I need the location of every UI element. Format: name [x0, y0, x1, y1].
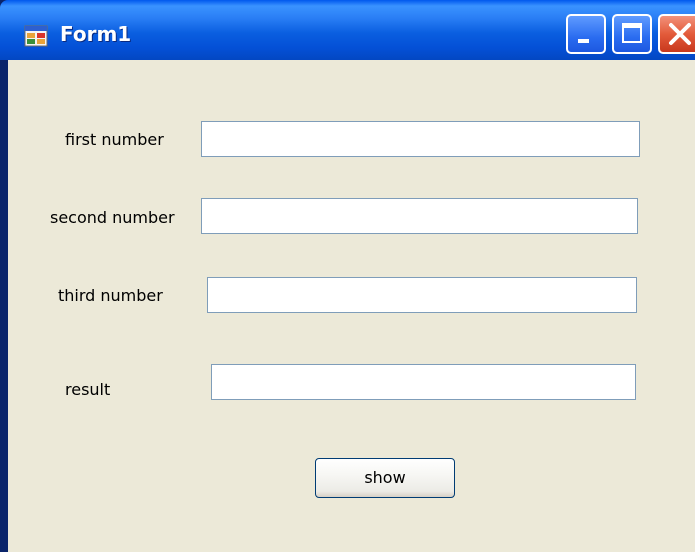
maximize-button[interactable] [612, 14, 652, 54]
second-number-input[interactable] [201, 198, 638, 234]
third-number-input[interactable] [207, 277, 637, 313]
maximize-icon [622, 23, 642, 43]
minimize-button[interactable] [566, 14, 606, 54]
form-client-area: first number second number third number … [8, 60, 695, 552]
close-icon [669, 23, 691, 45]
first-number-label: first number [65, 130, 164, 149]
close-button[interactable] [658, 14, 695, 54]
first-number-input[interactable] [201, 121, 640, 157]
result-input[interactable] [211, 364, 636, 400]
form1-window: Form1 first number second number third n… [0, 0, 695, 552]
show-button[interactable]: show [315, 458, 455, 498]
second-number-label: second number [50, 208, 175, 227]
minimize-icon [578, 39, 589, 43]
result-label: result [65, 380, 111, 399]
title-bar[interactable]: Form1 [0, 0, 695, 60]
form-app-icon[interactable] [24, 24, 48, 48]
third-number-label: third number [58, 286, 163, 305]
window-title: Form1 [60, 22, 132, 46]
